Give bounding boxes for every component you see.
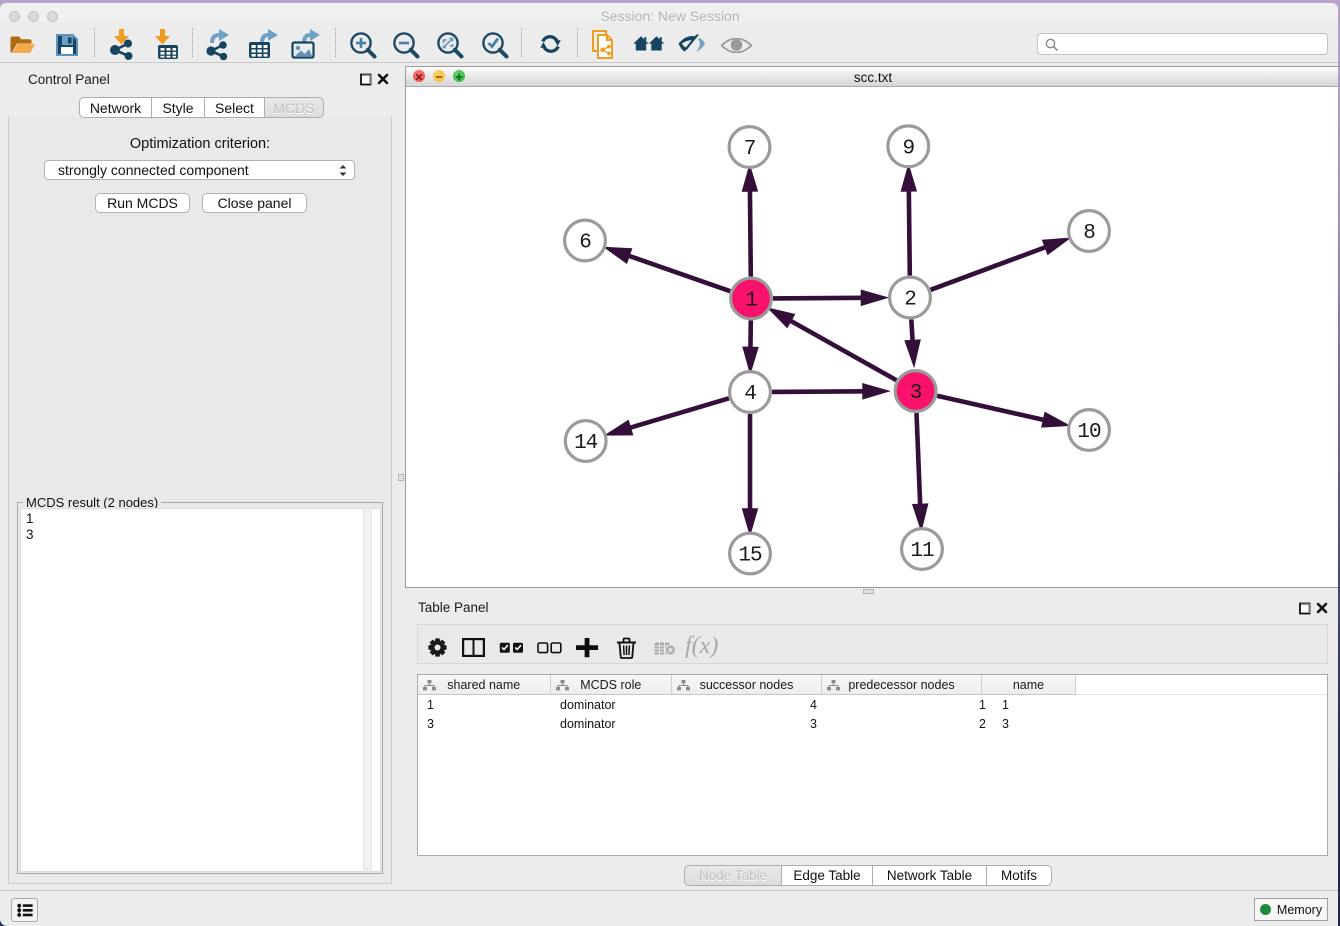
svg-text:7: 7 [744, 138, 756, 161]
svg-text:15: 15 [738, 545, 762, 568]
svg-text:1: 1 [745, 290, 757, 313]
svg-text:14: 14 [574, 432, 598, 455]
svg-text:3: 3 [910, 382, 922, 405]
svg-text:4: 4 [744, 383, 756, 406]
svg-text:11: 11 [910, 540, 934, 563]
svg-text:6: 6 [579, 232, 591, 255]
svg-text:9: 9 [902, 137, 914, 160]
svg-text:10: 10 [1077, 421, 1101, 444]
svg-text:2: 2 [904, 289, 916, 312]
svg-text:8: 8 [1083, 222, 1095, 245]
